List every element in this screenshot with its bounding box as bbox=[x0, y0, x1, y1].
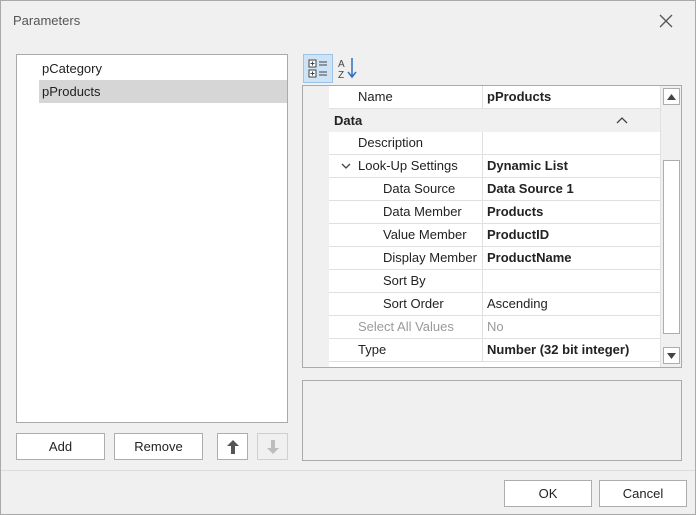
close-button[interactable] bbox=[653, 9, 679, 33]
list-item-pproducts[interactable]: pProducts bbox=[39, 80, 287, 103]
scroll-thumb[interactable] bbox=[663, 160, 680, 334]
row-value[interactable]: pProducts bbox=[482, 86, 660, 108]
row-value[interactable]: Data Source 1 bbox=[482, 178, 660, 200]
footer-divider bbox=[1, 470, 695, 471]
row-value[interactable] bbox=[482, 270, 660, 292]
close-icon bbox=[659, 14, 673, 28]
property-grid: Name pProducts Data Description Look-Up … bbox=[302, 85, 682, 368]
list-item-label: pProducts bbox=[42, 84, 101, 99]
grid-row-description[interactable]: Description bbox=[329, 132, 660, 155]
move-up-button[interactable] bbox=[217, 433, 248, 460]
arrow-up-icon bbox=[226, 439, 239, 454]
move-down-button[interactable] bbox=[257, 433, 288, 460]
arrow-down-icon bbox=[266, 439, 279, 454]
row-label: Select All Values bbox=[358, 319, 454, 334]
row-label: Sort By bbox=[383, 273, 426, 288]
grid-row-data-member[interactable]: Data Member Products bbox=[329, 201, 660, 224]
grid-row-display-member[interactable]: Display Member ProductName bbox=[329, 247, 660, 270]
categorized-view-icon bbox=[308, 59, 327, 78]
grid-row-type[interactable]: Type Number (32 bit integer) bbox=[329, 339, 660, 362]
categorized-view-button[interactable] bbox=[303, 54, 333, 83]
category-label: Data bbox=[334, 113, 363, 128]
chevron-down-icon[interactable] bbox=[340, 161, 352, 171]
scroll-down-button[interactable] bbox=[663, 347, 680, 364]
grid-row-sort-order[interactable]: Sort Order Ascending bbox=[329, 293, 660, 316]
list-item-label: pCategory bbox=[42, 61, 102, 76]
ok-button[interactable]: OK bbox=[504, 480, 592, 507]
category-data[interactable]: Data bbox=[303, 109, 660, 132]
parameters-dialog: Parameters pCategory pProducts Add Remov… bbox=[0, 0, 696, 515]
grid-row-lookup-settings[interactable]: Look-Up Settings Dynamic List bbox=[329, 155, 660, 178]
scroll-up-icon bbox=[667, 93, 676, 100]
scroll-down-icon bbox=[667, 352, 676, 359]
row-label: Description bbox=[358, 135, 424, 150]
row-value[interactable] bbox=[482, 132, 660, 154]
description-panel bbox=[302, 380, 682, 461]
list-item-pcategory[interactable]: pCategory bbox=[39, 57, 287, 80]
row-value[interactable]: No bbox=[482, 316, 660, 338]
row-label: Display Member bbox=[383, 250, 477, 265]
title-bar: Parameters bbox=[1, 1, 695, 41]
sort-az-icon: A Z bbox=[338, 58, 357, 81]
add-button[interactable]: Add bbox=[16, 433, 105, 460]
chevron-up-icon[interactable] bbox=[615, 114, 629, 126]
grid-row-name[interactable]: Name pProducts bbox=[329, 86, 660, 109]
row-label: Look-Up Settings bbox=[358, 158, 458, 173]
dialog-title: Parameters bbox=[13, 13, 81, 28]
scroll-up-button[interactable] bbox=[663, 88, 680, 105]
grid-row-select-all-values[interactable]: Select All Values No bbox=[329, 316, 660, 339]
row-label: Data Member bbox=[383, 204, 462, 219]
row-label: Type bbox=[358, 342, 387, 357]
row-value[interactable]: Products bbox=[482, 201, 660, 223]
row-value[interactable]: Number (32 bit integer) bbox=[482, 339, 660, 361]
row-value[interactable]: ProductID bbox=[482, 224, 660, 246]
vertical-scrollbar[interactable] bbox=[660, 86, 681, 367]
svg-text:Z: Z bbox=[338, 70, 344, 81]
row-label: Value Member bbox=[383, 227, 467, 242]
grid-row-value-member[interactable]: Value Member ProductID bbox=[329, 224, 660, 247]
row-label: Sort Order bbox=[383, 296, 444, 311]
grid-row-data-source[interactable]: Data Source Data Source 1 bbox=[329, 178, 660, 201]
parameter-list[interactable]: pCategory pProducts bbox=[16, 54, 288, 423]
cancel-button[interactable]: Cancel bbox=[599, 480, 687, 507]
row-label: Name bbox=[358, 89, 393, 104]
svg-text:A: A bbox=[338, 59, 345, 70]
alphabetical-view-button[interactable]: A Z bbox=[334, 54, 364, 83]
row-label: Data Source bbox=[383, 181, 456, 196]
row-value[interactable]: Dynamic List bbox=[482, 155, 660, 177]
row-value[interactable]: Ascending bbox=[482, 293, 660, 315]
remove-button[interactable]: Remove bbox=[114, 433, 203, 460]
grid-row-sort-by[interactable]: Sort By bbox=[329, 270, 660, 293]
row-value[interactable]: ProductName bbox=[482, 247, 660, 269]
